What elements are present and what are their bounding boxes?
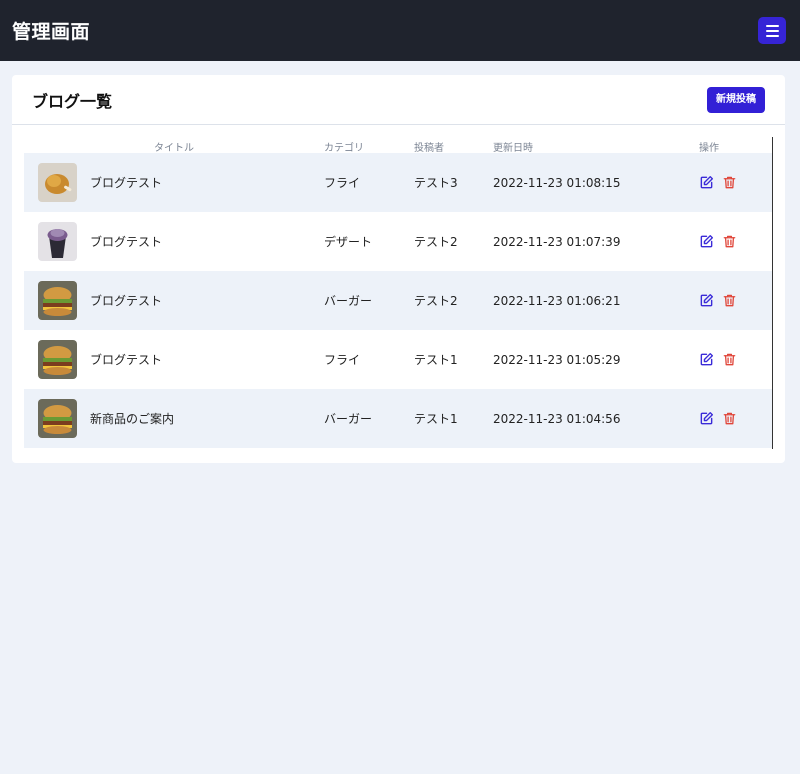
post-author: テスト2 — [414, 294, 458, 308]
post-author: テスト3 — [414, 176, 458, 190]
post-category: フライ — [324, 176, 361, 190]
column-header-title: タイトル — [154, 143, 194, 154]
table-row[interactable]: ブログテスト デザート テスト2 2022-11-23 01:07:39 — [24, 212, 772, 271]
trash-icon[interactable] — [722, 175, 737, 190]
post-category: フライ — [324, 353, 361, 367]
blog-list-card: ブログ一覧 新規投稿 タイトル カテゴリ 投稿者 更新日時 操作 ブログテストフ… — [12, 75, 785, 463]
post-thumbnail — [38, 399, 77, 438]
post-thumbnail — [38, 340, 77, 379]
post-updated-at: 2022-11-23 01:06:21 — [493, 293, 621, 308]
post-thumbnail — [38, 281, 77, 320]
post-author: テスト1 — [414, 412, 458, 426]
row-actions — [699, 153, 737, 212]
edit-icon[interactable] — [699, 411, 714, 426]
row-actions — [699, 212, 737, 271]
post-title[interactable]: ブログテスト — [90, 330, 162, 389]
hamburger-line — [765, 34, 779, 37]
post-author: テスト1 — [414, 353, 458, 367]
post-title[interactable]: ブログテスト — [90, 153, 162, 212]
trash-icon[interactable] — [722, 352, 737, 367]
row-actions — [699, 330, 737, 389]
table-row[interactable]: ブログテスト バーガー テスト2 2022-11-23 01:06:21 — [24, 271, 772, 330]
post-category: デザート — [324, 235, 373, 249]
post-title[interactable]: ブログテスト — [90, 212, 162, 271]
edit-icon[interactable] — [699, 175, 714, 190]
app-title: 管理画面 — [12, 21, 91, 43]
top-bar: 管理画面 — [0, 0, 800, 61]
table-row[interactable]: ブログテスト フライ テスト1 2022-11-23 01:05:29 — [24, 330, 772, 389]
hamburger-menu-button[interactable] — [758, 17, 786, 44]
post-title[interactable]: ブログテスト — [90, 271, 162, 330]
post-updated-at: 2022-11-23 01:07:39 — [493, 234, 621, 249]
post-updated-at: 2022-11-23 01:04:56 — [493, 411, 621, 426]
card-header: ブログ一覧 新規投稿 — [12, 75, 785, 125]
post-thumbnail — [38, 163, 77, 202]
trash-icon[interactable] — [722, 293, 737, 308]
column-header-author: 投稿者 — [414, 143, 444, 154]
edit-icon[interactable] — [699, 234, 714, 249]
table-header: タイトル カテゴリ 投稿者 更新日時 操作 — [24, 137, 772, 154]
hamburger-menu-icon — [765, 24, 779, 27]
column-header-actions: 操作 — [699, 143, 719, 154]
new-post-button[interactable]: 新規投稿 — [707, 86, 765, 113]
table-row[interactable]: ブログテスト フライ テスト3 2022-11-23 01:08:15 — [24, 153, 772, 212]
row-actions — [699, 271, 737, 330]
row-actions — [699, 389, 737, 448]
hamburger-line — [765, 29, 779, 32]
post-thumbnail — [38, 222, 77, 261]
post-author: テスト2 — [414, 235, 458, 249]
blog-table: タイトル カテゴリ 投稿者 更新日時 操作 ブログテスト フライ テスト3 2022-… — [24, 137, 773, 449]
post-category: バーガー — [324, 294, 373, 308]
column-header-category: カテゴリ — [324, 143, 364, 154]
post-title[interactable]: 新商品のご案内 — [90, 389, 174, 448]
edit-icon[interactable] — [699, 293, 714, 308]
post-updated-at: 2022-11-23 01:08:15 — [493, 175, 621, 190]
post-category: バーガー — [324, 412, 373, 426]
table-row[interactable]: 新商品のご案内 バーガー テスト1 2022-11-23 01:04:56 — [24, 389, 772, 448]
column-header-updated: 更新日時 — [493, 143, 533, 154]
edit-icon[interactable] — [699, 352, 714, 367]
trash-icon[interactable] — [722, 234, 737, 249]
trash-icon[interactable] — [722, 411, 737, 426]
post-updated-at: 2022-11-23 01:05:29 — [493, 352, 621, 367]
page-title: ブログ一覧 — [32, 91, 113, 111]
